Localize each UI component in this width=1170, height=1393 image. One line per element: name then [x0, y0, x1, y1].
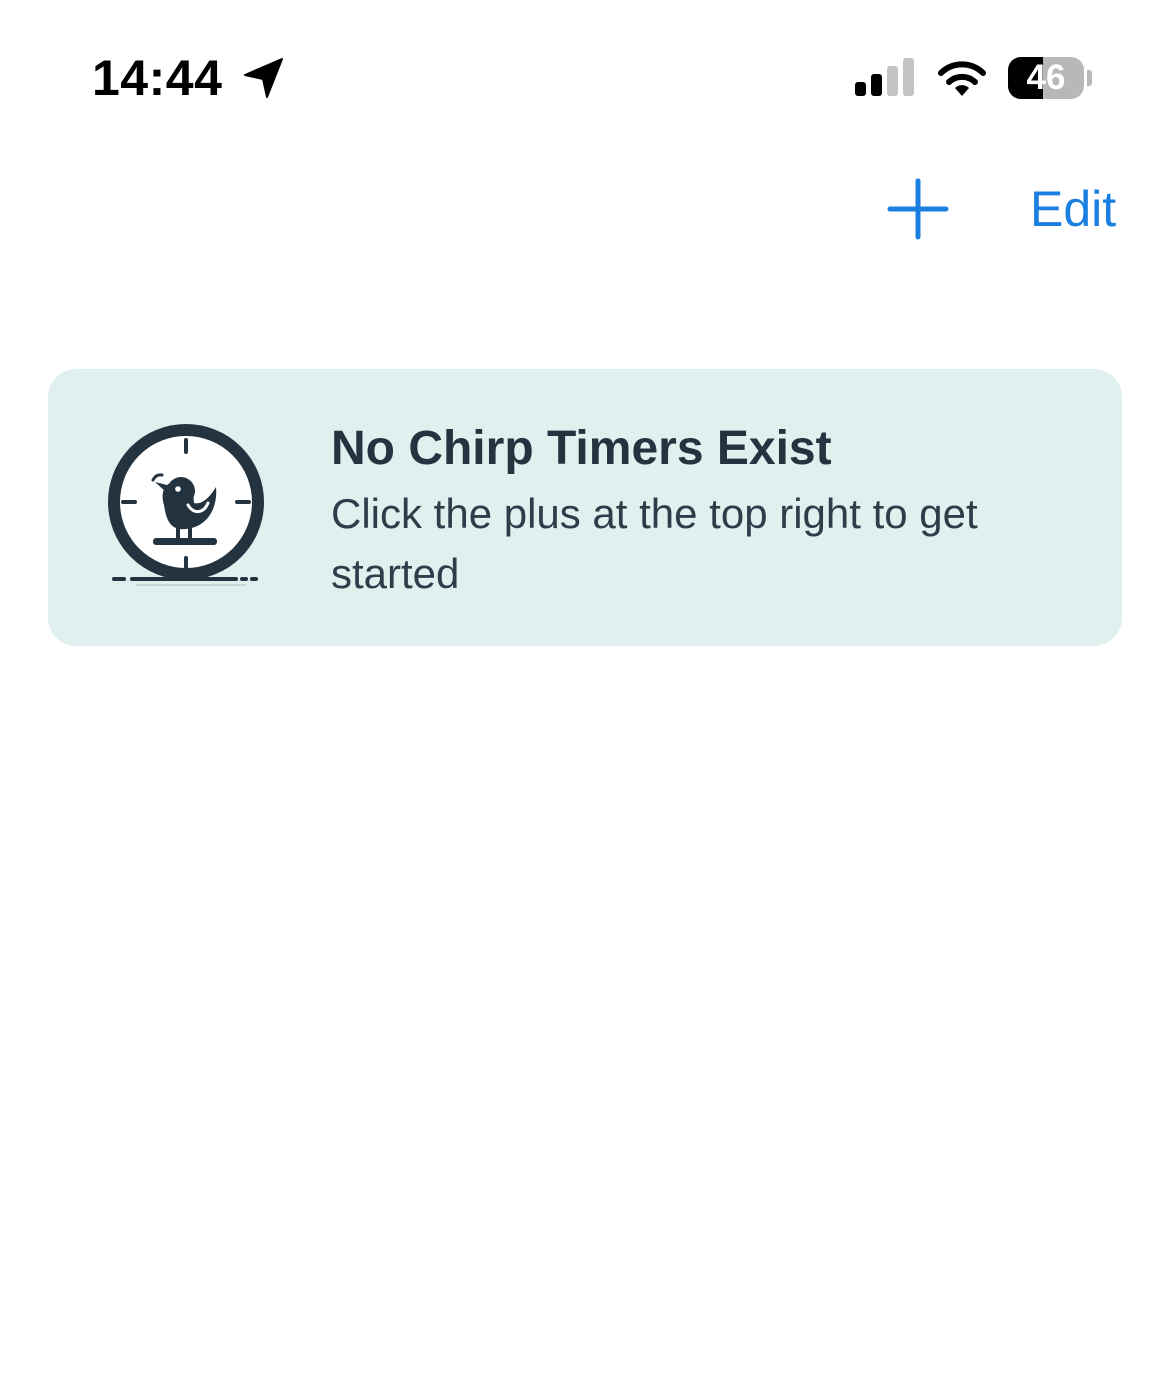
battery-cap [1087, 70, 1092, 86]
edit-button[interactable]: Edit [1030, 178, 1116, 240]
empty-state-message: Click the plus at the top right to get s… [331, 490, 978, 597]
status-bar: 14:44 46 [0, 0, 1170, 150]
wifi-icon [938, 61, 986, 96]
battery-level-text: 46 [1026, 58, 1066, 97]
status-time: 14:44 [92, 50, 223, 106]
battery-indicator: 46 [1008, 57, 1084, 99]
empty-state-card: No Chirp Timers Exist Click the plus at … [48, 369, 1122, 646]
empty-state-title: No Chirp Timers Exist [331, 422, 832, 475]
add-timer-button[interactable] [884, 175, 952, 243]
location-arrow-icon [244, 58, 283, 98]
plus-icon [887, 178, 949, 240]
cellular-signal-icon [855, 58, 914, 96]
bird-clock-icon [108, 424, 264, 586]
